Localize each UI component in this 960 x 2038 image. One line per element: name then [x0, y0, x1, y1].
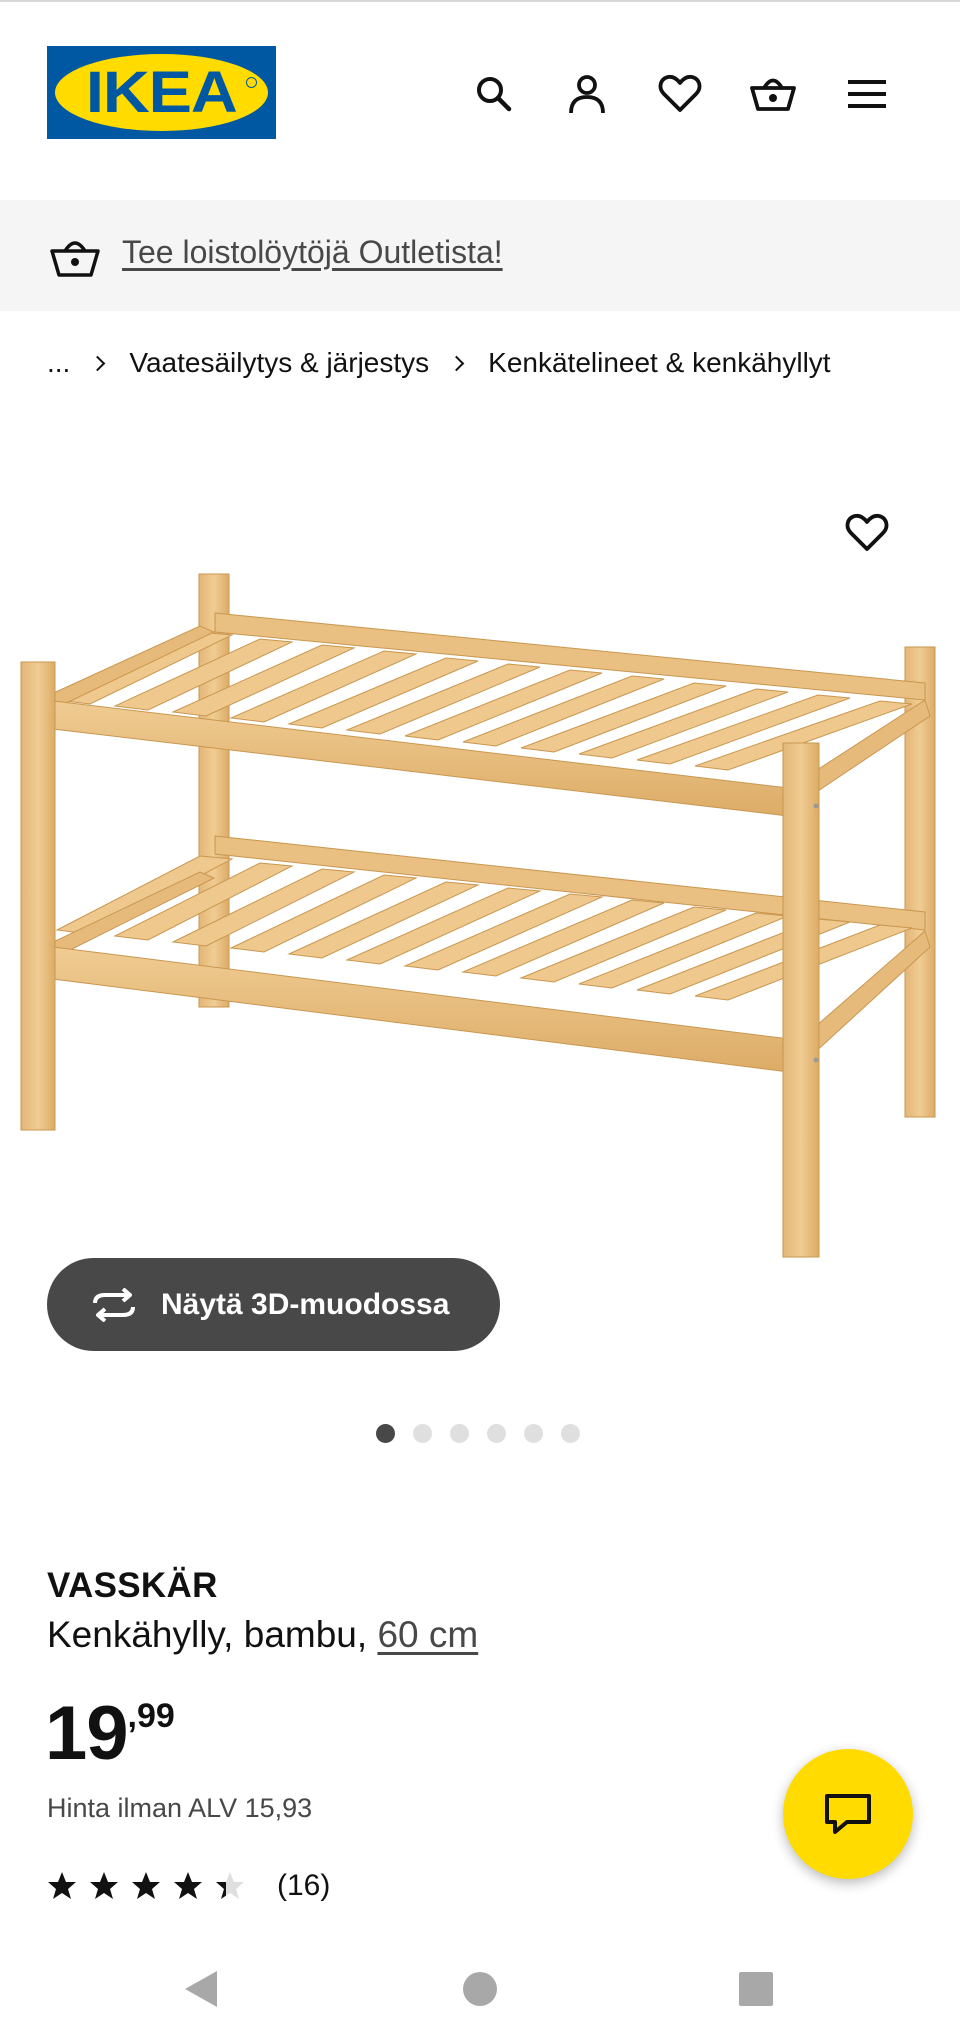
rotate-icon [93, 1287, 135, 1322]
product-image[interactable] [0, 560, 960, 1280]
gallery-dot[interactable] [524, 1424, 543, 1443]
heart-icon [845, 513, 889, 551]
chevron-right-icon [448, 355, 465, 371]
product-size-link[interactable]: 60 cm [377, 1614, 478, 1655]
view-3d-label: Näytä 3D-muodossa [161, 1287, 450, 1321]
home-icon[interactable] [453, 1962, 507, 2016]
search-icon[interactable] [470, 70, 518, 118]
rating-summary[interactable]: (16) [47, 1868, 330, 1904]
star-full-icon [90, 1872, 118, 1899]
gallery-dot[interactable] [413, 1424, 432, 1443]
chat-icon [825, 1794, 871, 1834]
recents-icon[interactable] [729, 1962, 783, 2016]
gallery-pagination [376, 1424, 580, 1444]
menu-icon[interactable] [843, 70, 891, 118]
star-full-icon [174, 1872, 202, 1899]
breadcrumb-item[interactable]: ... [47, 347, 70, 379]
review-count: (16) [277, 1869, 331, 1902]
star-full-icon [48, 1872, 76, 1899]
user-icon[interactable] [563, 70, 611, 118]
view-3d-button[interactable]: Näytä 3D-muodossa [47, 1258, 500, 1351]
product-name: VASSKÄR [47, 1566, 218, 1605]
product-type: Kenkähylly, bambu, [47, 1614, 368, 1655]
outlet-link[interactable]: Tee loistolöytöjä Outletista! [122, 234, 503, 271]
chevron-right-icon [90, 355, 106, 371]
breadcrumb: ... Vaatesäilytys & järjestys Kenkätelin… [47, 343, 831, 383]
product-price: 19 ,99 [45, 1694, 175, 1774]
product-description: Kenkähylly, bambu, 60 cm [47, 1614, 478, 1656]
price-excl-vat: Hinta ilman ALV 15,93 [47, 1793, 313, 1823]
basket-icon [50, 235, 100, 279]
back-icon[interactable] [174, 1962, 228, 2016]
site-header: IKEA [0, 2, 960, 200]
gallery-dot[interactable] [487, 1424, 506, 1443]
basket-icon[interactable] [749, 70, 797, 118]
breadcrumb-item[interactable]: Kenkätelineet & kenkähyllyt [488, 347, 830, 379]
gallery-dot[interactable] [376, 1424, 395, 1443]
gallery-dot[interactable] [561, 1424, 580, 1443]
header-actions [0, 70, 960, 118]
system-nav-bar [0, 1940, 960, 2038]
star-partial-icon [216, 1872, 244, 1899]
heart-icon[interactable] [656, 70, 704, 118]
outlet-banner[interactable]: Tee loistolöytöjä Outletista! [0, 200, 960, 311]
gallery-dot[interactable] [450, 1424, 469, 1443]
chat-button[interactable] [783, 1749, 913, 1879]
breadcrumb-item[interactable]: Vaatesäilytys & järjestys [129, 347, 429, 379]
save-to-favourites-button[interactable] [840, 506, 894, 560]
star-full-icon [132, 1872, 160, 1899]
price-integer: 19 [45, 1691, 129, 1776]
price-decimal: ,99 [127, 1697, 175, 1735]
